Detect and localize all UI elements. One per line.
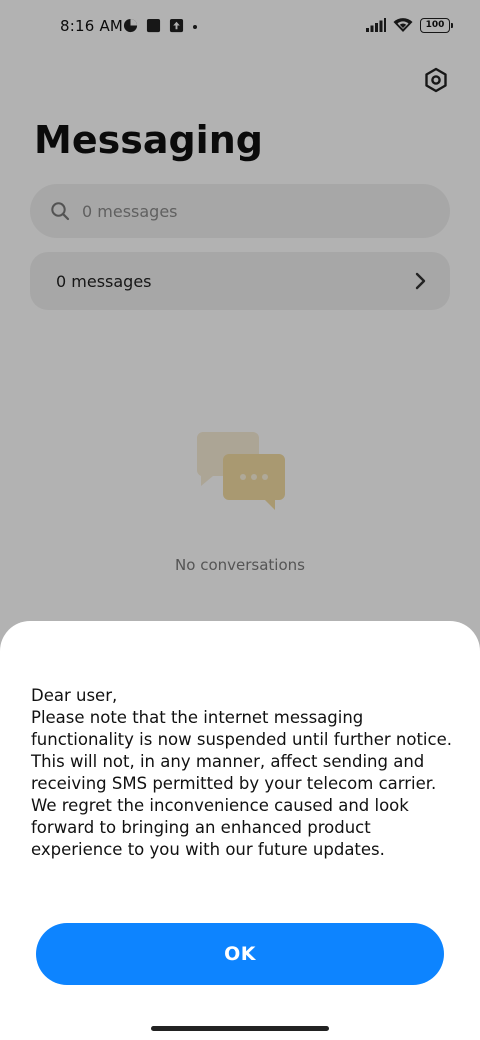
notice-dialog: Dear user, Please note that the internet… [0, 621, 480, 1040]
ok-button[interactable]: OK [36, 923, 444, 985]
messaging-screen: 8:16 AM 100 Messaging 0 messages 0 messa… [0, 0, 480, 1040]
dialog-message: Dear user, Please note that the internet… [31, 686, 452, 859]
home-indicator[interactable] [151, 1026, 329, 1031]
